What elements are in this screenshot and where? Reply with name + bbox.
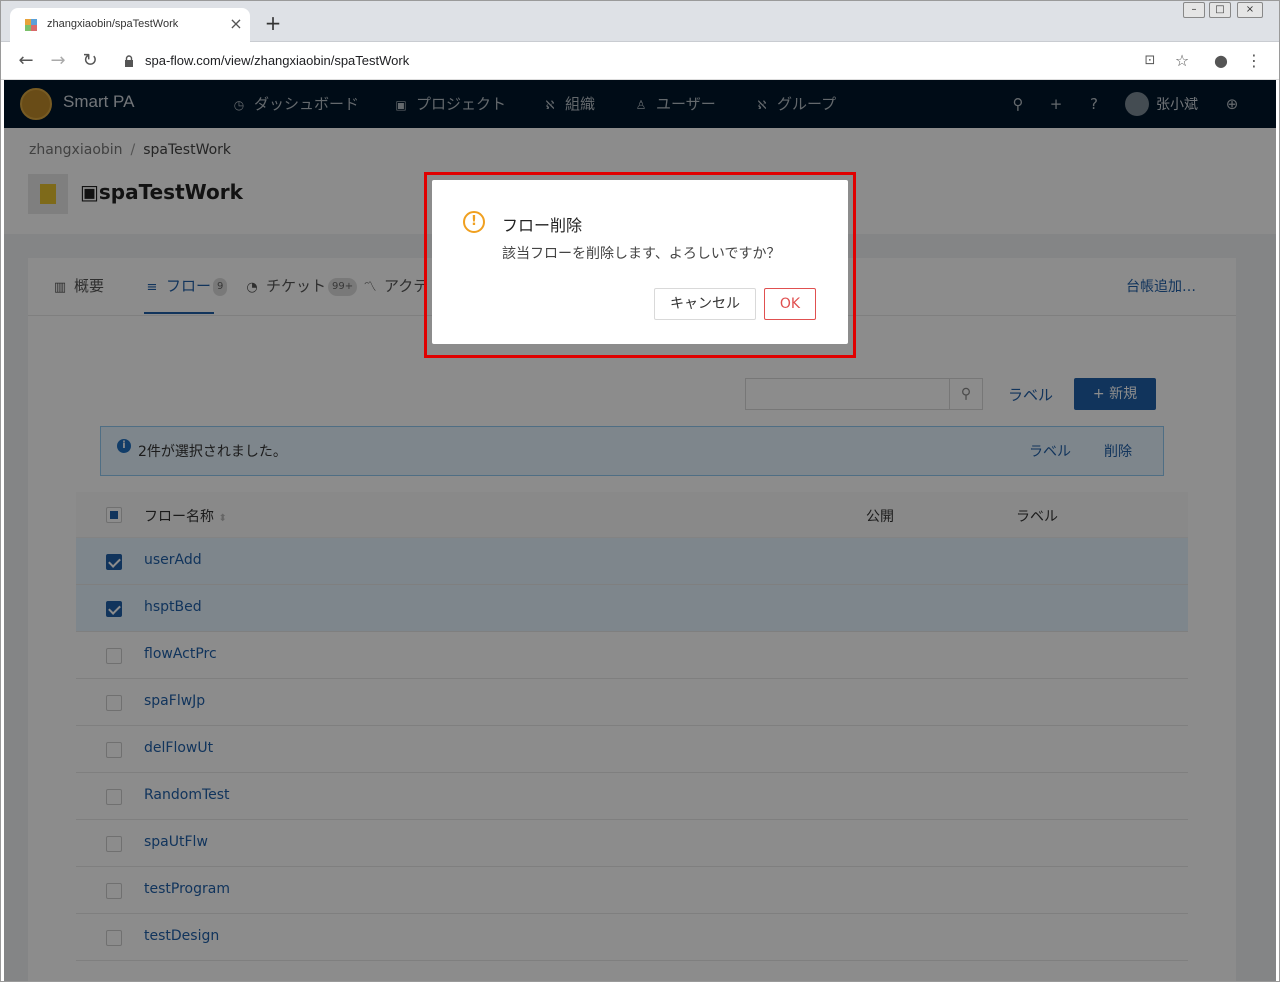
new-tab-icon[interactable]: +	[263, 13, 283, 33]
minimize-icon[interactable]: –	[1183, 2, 1205, 18]
browser-tabstrip: zhangxiaobin/spaTestWork × + – □ ×	[0, 0, 1280, 42]
reload-icon[interactable]: ↻	[80, 51, 100, 71]
delete-confirm-dialog: ! フロー削除 該当フローを削除します、よろしいですか？ キャンセル OK	[432, 180, 848, 344]
browser-tab[interactable]: zhangxiaobin/spaTestWork ×	[10, 8, 250, 42]
address-bar[interactable]: spa-flow.com/view/zhangxiaobin/spaTestWo…	[112, 46, 1172, 76]
forward-icon[interactable]: →	[48, 51, 68, 71]
ok-button[interactable]: OK	[764, 288, 816, 320]
warning-icon: !	[463, 211, 485, 233]
lock-icon	[125, 55, 133, 67]
cancel-button[interactable]: キャンセル	[654, 288, 756, 320]
translate-icon[interactable]: ⊡	[1140, 51, 1160, 71]
maximize-icon[interactable]: □	[1209, 2, 1231, 18]
dialog-message: 該当フローを削除します、よろしいですか？	[502, 246, 781, 262]
bookmark-star-icon[interactable]: ☆	[1172, 51, 1192, 71]
back-icon[interactable]: ←	[16, 51, 36, 71]
url-text: spa-flow.com/view/zhangxiaobin/spaTestWo…	[145, 53, 410, 68]
dialog-title: フロー削除	[502, 216, 583, 235]
close-tab-icon[interactable]: ×	[228, 16, 244, 32]
browser-toolbar: ← → ↻ spa-flow.com/view/zhangxiaobin/spa…	[0, 42, 1280, 80]
profile-icon[interactable]: ●	[1211, 51, 1231, 71]
window-close-icon[interactable]: ×	[1237, 2, 1263, 18]
browser-tab-title: zhangxiaobin/spaTestWork	[47, 18, 179, 30]
site-favicon-icon	[25, 19, 37, 31]
menu-kebab-icon[interactable]: ⋮	[1244, 51, 1264, 71]
